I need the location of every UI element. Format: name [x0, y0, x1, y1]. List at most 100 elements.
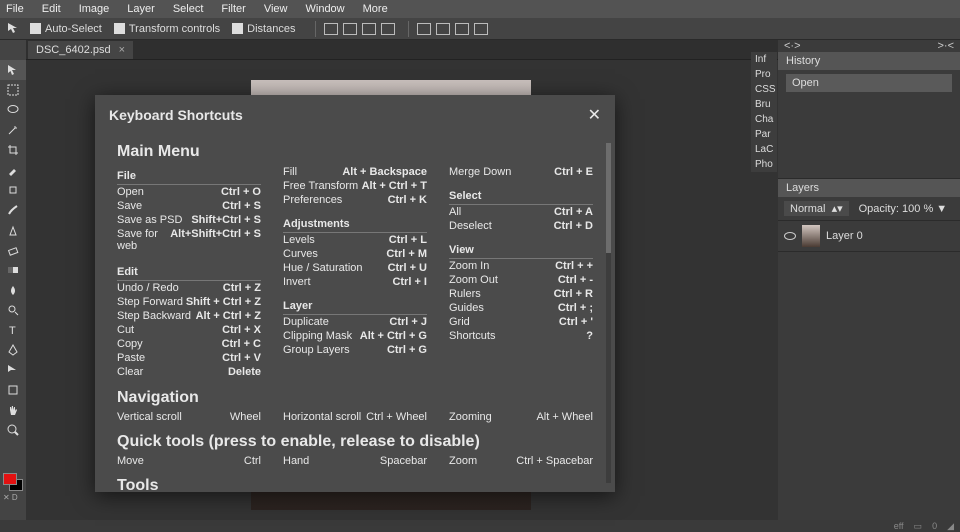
auto-select-checkbox[interactable]: Auto-Select	[30, 23, 102, 35]
tool-shape[interactable]	[0, 380, 26, 400]
shortcut-row: SaveCtrl + S	[117, 199, 261, 213]
menu-view[interactable]: View	[264, 3, 288, 15]
menu-image[interactable]: Image	[79, 3, 110, 15]
tool-pen[interactable]	[0, 340, 26, 360]
shortcut-key: Alt + Wheel	[536, 411, 593, 423]
shortcut-row: Hue / Saturation Ctrl + U	[283, 261, 427, 275]
group-select: Select	[449, 189, 593, 205]
tool-brush[interactable]	[0, 200, 26, 220]
shortcut-key: Ctrl + -	[558, 274, 593, 286]
align-right-icon[interactable]	[362, 23, 376, 35]
shortcut-key: Ctrl + V	[222, 352, 261, 364]
shortcut-row: Zoom Out Ctrl + -	[449, 273, 593, 287]
shortcut-row: Save as PSDShift+Ctrl + S	[117, 213, 261, 227]
shortcut-label: Curves	[283, 248, 318, 260]
history-item[interactable]: Open	[786, 74, 952, 92]
shortcut-label: Zoom Out	[449, 274, 498, 286]
shortcut-key: Ctrl + Spacebar	[516, 455, 593, 467]
tool-gradient[interactable]	[0, 260, 26, 280]
shortcut-key: Alt + Ctrl + G	[360, 330, 427, 342]
panel-layercomps[interactable]: LaC	[751, 142, 777, 157]
dialog-scrollbar[interactable]	[606, 143, 611, 483]
shortcut-label: Deselect	[449, 220, 492, 232]
shortcut-row: FillAlt + Backspace	[283, 165, 427, 179]
panel-photo[interactable]: Pho	[751, 157, 777, 172]
tool-wand[interactable]	[0, 120, 26, 140]
status-resize-icon[interactable]: ◢	[947, 521, 954, 532]
distribute-3-icon[interactable]	[455, 23, 469, 35]
align-center-icon[interactable]	[343, 23, 357, 35]
distribute-h-icon[interactable]	[417, 23, 431, 35]
blend-mode-select[interactable]: Normal ▴▾	[784, 201, 849, 216]
layer-row[interactable]: Layer 0	[778, 221, 960, 251]
keyboard-shortcuts-dialog: Keyboard Shortcuts ✕ Main Menu File Open…	[95, 95, 615, 492]
shortcut-row: Merge DownCtrl + E	[449, 165, 593, 179]
foreground-color[interactable]	[3, 473, 17, 485]
tool-marquee[interactable]	[0, 80, 26, 100]
close-document-icon[interactable]: ×	[119, 44, 125, 56]
tool-eyedropper[interactable]	[0, 160, 26, 180]
tool-blur[interactable]	[0, 280, 26, 300]
section-mainmenu: Main Menu	[117, 143, 593, 161]
menu-edit[interactable]: Edit	[42, 3, 61, 15]
shortcut-row: Clipping MaskAlt + Ctrl + G	[283, 329, 427, 343]
panel-character[interactable]: Cha	[751, 112, 777, 127]
panel-brush[interactable]: Bru	[751, 97, 777, 112]
panel-css[interactable]: CSS	[751, 82, 777, 97]
document-tab[interactable]: DSC_6402.psd ×	[28, 41, 133, 59]
separator	[408, 21, 409, 37]
tool-hand[interactable]	[0, 400, 26, 420]
shortcut-pair: MoveCtrl	[117, 455, 261, 467]
layers-tab[interactable]: Layers	[778, 179, 960, 197]
menu-file[interactable]: File	[6, 3, 24, 15]
tool-heal[interactable]	[0, 180, 26, 200]
tool-type[interactable]: T	[0, 320, 26, 340]
shortcut-key: Ctrl + M	[386, 248, 427, 260]
distribute-v-icon[interactable]	[436, 23, 450, 35]
menu-window[interactable]: Window	[306, 3, 345, 15]
shortcut-key: Ctrl + E	[554, 166, 593, 178]
document-name: DSC_6402.psd	[36, 44, 111, 56]
tool-move[interactable]	[0, 60, 26, 80]
menu-layer[interactable]: Layer	[127, 3, 155, 15]
scrollbar-thumb[interactable]	[606, 143, 611, 253]
tool-dodge[interactable]	[0, 300, 26, 320]
shortcut-key: Ctrl + L	[389, 234, 427, 246]
shortcut-row: PreferencesCtrl + K	[283, 193, 427, 207]
close-dialog-button[interactable]: ✕	[588, 105, 601, 125]
opacity-value[interactable]: 100 %	[902, 203, 933, 215]
transform-controls-checkbox[interactable]: Transform controls	[114, 23, 220, 35]
tool-crop[interactable]	[0, 140, 26, 160]
shortcut-label: Move	[117, 455, 144, 467]
align-left-icon[interactable]	[324, 23, 338, 35]
layer-name[interactable]: Layer 0	[826, 230, 863, 242]
collapse-right-icon[interactable]: >·<	[937, 40, 954, 52]
tool-eraser[interactable]	[0, 240, 26, 260]
collapse-left-icon[interactable]: <·>	[784, 40, 801, 52]
shortcut-key: Ctrl + X	[222, 324, 261, 336]
panel-properties[interactable]: Pro	[751, 67, 777, 82]
shortcut-key: Ctrl + U	[388, 262, 427, 274]
tool-clone[interactable]	[0, 220, 26, 240]
panel-paragraph[interactable]: Par	[751, 127, 777, 142]
layer-thumbnail	[802, 225, 820, 247]
menu-select[interactable]: Select	[173, 3, 204, 15]
shortcut-label: Save for web	[117, 228, 170, 252]
group-view: View	[449, 243, 593, 259]
shortcut-label: Horizontal scroll	[283, 411, 361, 423]
tool-path[interactable]	[0, 360, 26, 380]
menu-filter[interactable]: Filter	[221, 3, 245, 15]
panel-info[interactable]: Inf	[751, 52, 777, 67]
tool-lasso[interactable]	[0, 100, 26, 120]
shortcut-label: Hue / Saturation	[283, 262, 363, 274]
shortcut-key: Ctrl + I	[392, 276, 427, 288]
tool-zoom[interactable]	[0, 420, 26, 440]
shortcut-row: PasteCtrl + V	[117, 351, 261, 365]
color-swatches[interactable]: ✕ D	[3, 473, 23, 502]
distances-checkbox[interactable]: Distances	[232, 23, 295, 35]
history-tab[interactable]: History	[778, 52, 960, 70]
align-top-icon[interactable]	[381, 23, 395, 35]
visibility-icon[interactable]	[784, 232, 796, 240]
distribute-4-icon[interactable]	[474, 23, 488, 35]
menu-more[interactable]: More	[363, 3, 388, 15]
